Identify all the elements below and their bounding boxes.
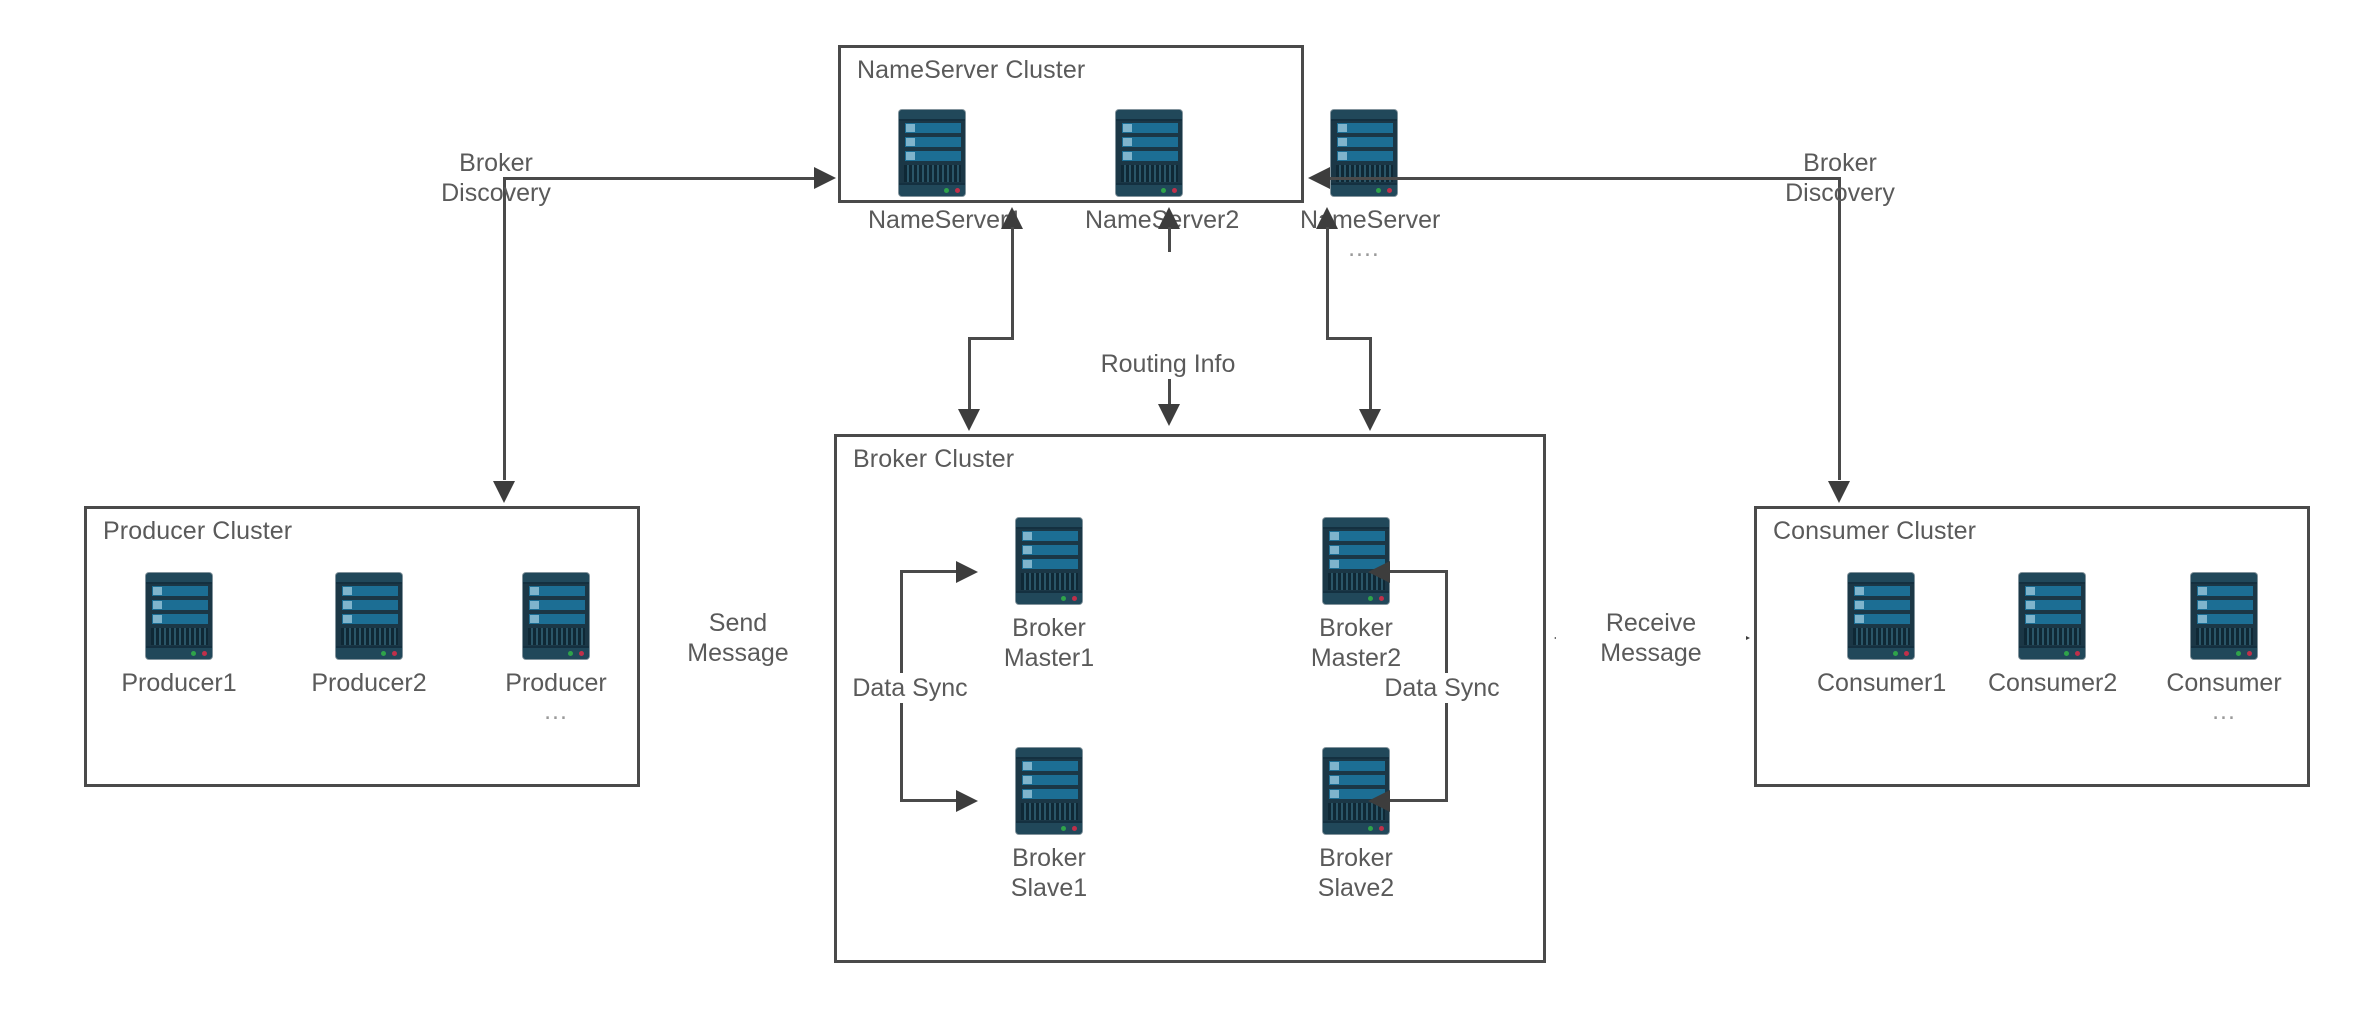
edge-routing-center-upper (1168, 227, 1171, 252)
edge-data-sync-left-lower-vertical (900, 698, 903, 802)
edge-label-broker-discovery-right: Broker Discovery (1785, 149, 1895, 207)
node-broker-slave1[interactable]: Broker Slave1 (985, 748, 1113, 903)
server-icon (336, 573, 402, 659)
node-label: Consumer2 (1988, 669, 2118, 697)
server-icon (2191, 573, 2257, 659)
node-producer2[interactable]: Producer2 (305, 573, 433, 698)
arrow-head-routing-center-up (1158, 207, 1180, 229)
arrow-head-routing-center-down (1158, 404, 1180, 426)
server-icon (1016, 518, 1082, 604)
arrow-head-data-sync-slave2 (1368, 790, 1390, 812)
arrow-head-data-sync-master1 (956, 561, 978, 583)
arrow-head-routing-right-up (1316, 207, 1338, 229)
server-icon (2019, 573, 2085, 659)
server-icon (1848, 573, 1914, 659)
edge-label-data-sync-left: Data Sync (840, 673, 980, 703)
edge-routing-right-lower (1369, 337, 1372, 409)
node-broker-master2[interactable]: Broker Master2 (1292, 518, 1420, 673)
node-producer1[interactable]: Producer1 (115, 573, 243, 698)
node-broker-master1[interactable]: Broker Master1 (985, 518, 1113, 673)
edge-data-sync-right-lower-vertical (1445, 698, 1448, 802)
edge-routing-center-lower (1168, 379, 1171, 404)
edge-label-broker-discovery-left: Broker Discovery (441, 149, 551, 207)
edge-routing-left-upper (1011, 227, 1014, 339)
node-label: Broker Master2 (1310, 614, 1402, 672)
server-icon (1331, 110, 1397, 196)
edge-data-sync-left-lower-horizontal (900, 799, 958, 802)
node-label: Producer1 (121, 669, 237, 697)
node-label: Broker Slave2 (1317, 844, 1395, 902)
edge-data-sync-right-lower-horizontal (1390, 799, 1448, 802)
node-label: Producer2 (311, 669, 427, 697)
arrow-head-to-producer (493, 481, 515, 503)
edge-label-send-message: Send Message (648, 608, 828, 668)
arrow-head-data-sync-master2 (1368, 561, 1390, 583)
node-nameserver2[interactable]: NameServer2 (1085, 110, 1240, 235)
node-producer-more[interactable]: Producer ... (492, 573, 620, 724)
node-label: Broker Slave1 (1010, 844, 1088, 902)
arrow-head-to-consumer (1828, 481, 1850, 503)
cluster-broker-title: Broker Cluster (853, 445, 1015, 473)
node-consumer2[interactable]: Consumer2 (1988, 573, 2118, 698)
node-broker-slave2[interactable]: Broker Slave2 (1292, 748, 1420, 903)
node-label: Producer (505, 669, 607, 697)
server-icon (146, 573, 212, 659)
cluster-nameserver-title: NameServer Cluster (857, 56, 1086, 84)
edge-data-sync-left-upper-horizontal (900, 570, 958, 573)
edge-label-data-sync-right: Data Sync (1372, 673, 1512, 703)
server-icon (899, 110, 965, 196)
node-ellipsis: ... (2212, 697, 2236, 725)
arrow-head-to-nameserver (814, 167, 836, 189)
edge-label-receive-message: Receive Message (1556, 608, 1746, 668)
server-icon (523, 573, 589, 659)
node-ellipsis: ... (544, 697, 568, 725)
arrow-head-routing-right-down (1359, 409, 1381, 431)
arrow-head-data-sync-slave1 (956, 790, 978, 812)
diagram-canvas: NameServer Cluster NameServer1 NameServe… (0, 0, 2362, 1012)
node-nameserver1[interactable]: NameServer1 (868, 110, 1023, 235)
cluster-producer-title: Producer Cluster (103, 517, 293, 545)
node-ellipsis: .... (1348, 234, 1380, 262)
node-label: NameServer1 (868, 206, 1023, 234)
edge-broker-discovery-right-vertical (1838, 177, 1841, 480)
arrow-head-to-nameserver-right (1308, 167, 1330, 189)
cluster-consumer-title: Consumer Cluster (1773, 517, 1977, 545)
edge-data-sync-left-upper-vertical (900, 570, 903, 680)
arrow-head-routing-left-down (958, 409, 980, 431)
node-consumer-more[interactable]: Consumer ... (2160, 573, 2288, 724)
node-consumer1[interactable]: Consumer1 (1817, 573, 1947, 698)
edge-label-routing-info: Routing Info (1068, 349, 1268, 379)
node-label: Consumer (2166, 669, 2282, 697)
edge-routing-left-lower (968, 337, 971, 409)
node-label: NameServer2 (1085, 206, 1240, 234)
node-label: Consumer1 (1817, 669, 1947, 697)
edge-routing-right-upper (1326, 227, 1329, 339)
edge-broker-discovery-left-vertical (503, 177, 506, 480)
server-icon (1016, 748, 1082, 834)
edge-routing-left-step (968, 337, 1014, 340)
server-icon (1116, 110, 1182, 196)
node-label: Broker Master1 (1003, 614, 1095, 672)
edge-data-sync-right-upper-horizontal (1390, 570, 1448, 573)
edge-data-sync-right-upper-vertical (1445, 570, 1448, 680)
edge-routing-right-step (1326, 337, 1372, 340)
arrow-head-routing-left-up (1001, 207, 1023, 229)
